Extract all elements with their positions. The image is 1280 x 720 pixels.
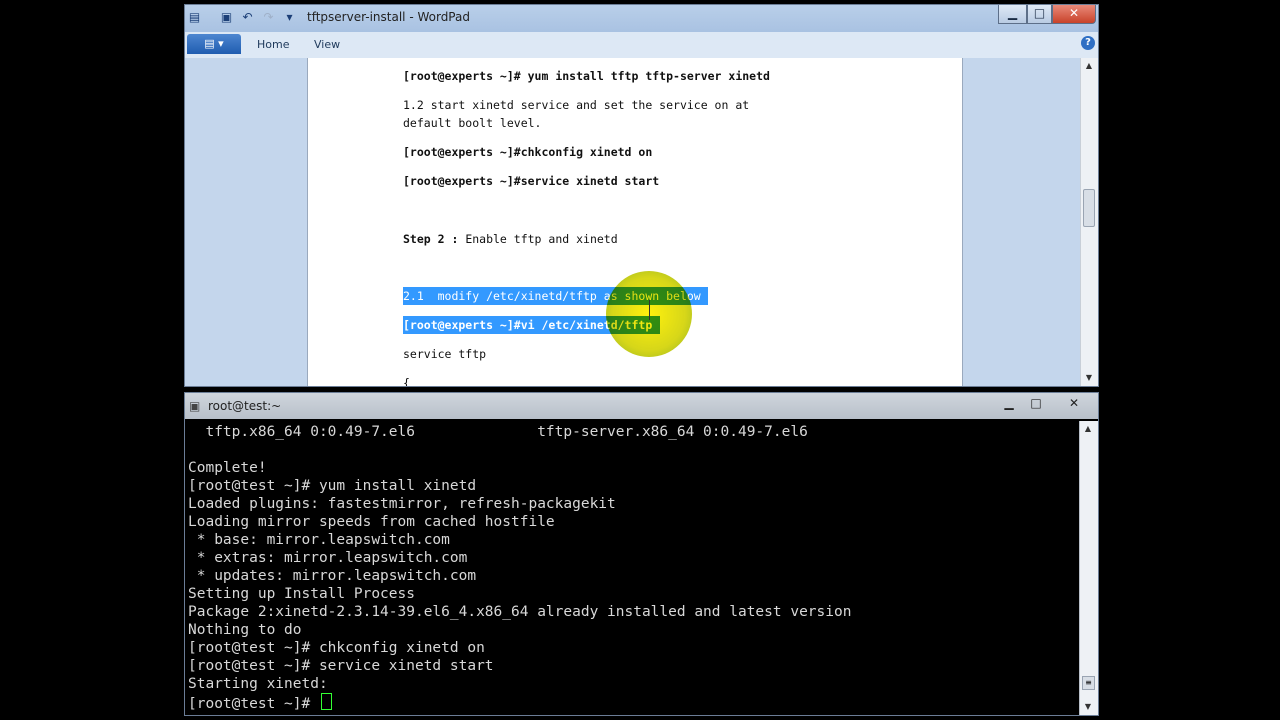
terminal-scrollbar-thumb[interactable]: ≡ xyxy=(1082,676,1095,690)
wordpad-app-icon[interactable]: ▤ xyxy=(187,10,202,25)
terminal-title: root@test:~ xyxy=(208,399,282,413)
doc-line: service tftp xyxy=(403,347,487,361)
terminal-line: Loaded plugins: fastestmirror, refresh-p… xyxy=(188,496,616,512)
save-icon[interactable]: ▣ xyxy=(219,10,234,25)
terminal-minimize-button[interactable]: ▁ xyxy=(996,395,1022,412)
file-menu-button[interactable]: ▤ ▾ xyxy=(187,34,241,54)
terminal-maximize-button[interactable]: □ xyxy=(1023,395,1049,412)
document-page[interactable]: [root@experts ~]# yum install tftp tftp-… xyxy=(307,58,963,386)
terminal-close-button[interactable]: ✕ xyxy=(1061,395,1087,412)
close-button[interactable]: ✕ xyxy=(1052,5,1096,24)
doc-line: default boolt level. xyxy=(403,116,542,130)
terminal-line: tftp.x86_64 0:0.49-7.el6 tftp-server.x86… xyxy=(188,424,808,440)
doc-line: { xyxy=(403,376,410,387)
terminal-prompt: [root@test ~]# xyxy=(188,696,319,712)
terminal-scrollbar[interactable]: ▲ ≡ ▼ xyxy=(1079,421,1098,715)
scroll-up-icon[interactable]: ▲ xyxy=(1081,59,1097,73)
scrollbar-thumb[interactable] xyxy=(1083,189,1095,227)
wordpad-titlebar[interactable]: ▤ ▣ ↶ ↷ ▾ tftpserver-install - WordPad ▁… xyxy=(185,5,1098,32)
wordpad-window: ▤ ▣ ↶ ↷ ▾ tftpserver-install - WordPad ▁… xyxy=(184,4,1099,387)
terminal-output[interactable]: tftp.x86_64 0:0.49-7.el6 tftp-server.x86… xyxy=(188,421,1078,715)
menu-icon: ▤ ▾ xyxy=(204,37,224,50)
terminal-app-icon[interactable]: ▣ xyxy=(189,399,203,413)
terminal-line: * extras: mirror.leapswitch.com xyxy=(188,550,468,566)
step-text: Enable tftp and xinetd xyxy=(458,232,618,246)
terminal-prompt-line[interactable]: [root@test ~]# xyxy=(188,693,332,713)
doc-line: [root@experts ~]# yum install tftp tftp-… xyxy=(403,69,770,83)
help-icon[interactable]: ? xyxy=(1081,36,1095,50)
undo-icon[interactable]: ↶ xyxy=(240,10,255,25)
doc-line: [root@experts ~]#service xinetd start xyxy=(403,174,660,188)
terminal-line: Setting up Install Process xyxy=(188,586,415,602)
doc-line-step: Step 2 : Enable tftp and xinetd xyxy=(403,230,618,248)
minimize-button[interactable]: ▁ xyxy=(998,5,1027,24)
maximize-button[interactable]: □ xyxy=(1027,5,1052,24)
terminal-line: [root@test ~]# chkconfig xinetd on xyxy=(188,640,485,656)
vertical-scrollbar[interactable]: ▲ ▼ xyxy=(1080,58,1098,386)
terminal-titlebar[interactable]: ▣ root@test:~ ▁ □ ✕ xyxy=(185,393,1098,419)
terminal-scroll-down-icon[interactable]: ▼ xyxy=(1080,700,1096,714)
doc-line: 1.2 start xinetd service and set the ser… xyxy=(403,98,750,112)
terminal-scroll-up-icon[interactable]: ▲ xyxy=(1080,422,1096,436)
step-label: Step 2 : xyxy=(403,232,459,246)
terminal-line: * base: mirror.leapswitch.com xyxy=(188,532,450,548)
doc-line: [root@experts ~]#chkconfig xinetd on xyxy=(403,145,653,159)
ribbon-tab-bar: ▤ ▾ Home View ? xyxy=(185,32,1098,59)
window-title: tftpserver-install - WordPad xyxy=(307,10,470,24)
text-cursor-icon xyxy=(649,300,650,320)
redo-icon[interactable]: ↷ xyxy=(261,10,276,25)
tab-home[interactable]: Home xyxy=(257,38,289,51)
terminal-line: Complete! xyxy=(188,460,267,476)
terminal-line: * updates: mirror.leapswitch.com xyxy=(188,568,477,584)
terminal-line: [root@test ~]# yum install xinetd xyxy=(188,478,477,494)
terminal-line: Nothing to do xyxy=(188,622,302,638)
terminal-line: [root@test ~]# service xinetd start xyxy=(188,658,494,674)
terminal-line: Package 2:xinetd-2.3.14-39.el6_4.x86_64 … xyxy=(188,604,852,620)
terminal-line: Starting xinetd: xyxy=(188,676,328,692)
tab-view[interactable]: View xyxy=(314,38,340,51)
terminal-window: ▣ root@test:~ ▁ □ ✕ tftp.x86_64 0:0.49-7… xyxy=(184,392,1099,716)
customize-toolbar-icon[interactable]: ▾ xyxy=(282,10,297,25)
terminal-cursor xyxy=(320,693,332,710)
document-area: [root@experts ~]# yum install tftp tftp-… xyxy=(185,58,1081,386)
scroll-down-icon[interactable]: ▼ xyxy=(1081,371,1097,385)
terminal-line: Loading mirror speeds from cached hostfi… xyxy=(188,514,555,530)
